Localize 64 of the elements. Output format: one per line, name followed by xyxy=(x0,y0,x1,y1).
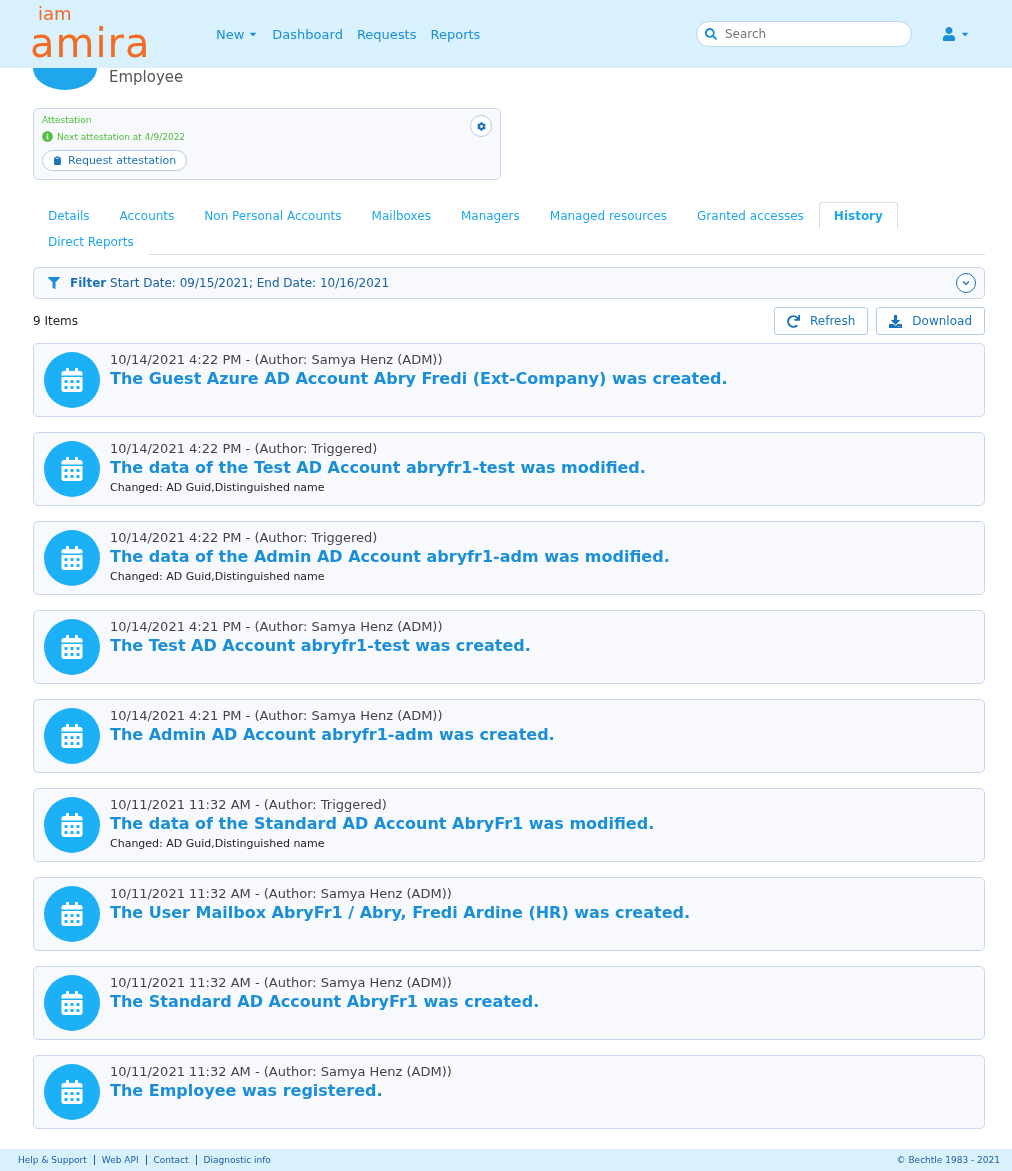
event-title: The Employee was registered. xyxy=(110,1081,384,1100)
clipboard-icon xyxy=(53,156,62,165)
expand-button[interactable] xyxy=(956,273,976,293)
calendar-icon xyxy=(44,797,100,853)
refresh-icon xyxy=(787,314,800,328)
search-field[interactable]: Search xyxy=(696,21,912,47)
calendar-icon xyxy=(44,708,100,764)
filter-text: Filter Start Date: 09/15/2021; End Date: 10/16/2021 xyxy=(70,276,390,290)
tab[interactable]: History xyxy=(818,202,898,229)
calendar-icon xyxy=(44,886,100,942)
event-meta: 10/11/2021 11:32 AM - (Author: Samya Henz (ADM)) xyxy=(110,886,453,901)
event-title: The data of the Standard AD Account AbryFr1 was modified. xyxy=(110,814,655,833)
profile-subtitle: Employee xyxy=(109,68,184,86)
event-meta: 10/14/2021 4:21 PM - (Author: Samya Henz (ADM)) xyxy=(110,619,444,634)
attestation-info: Next attestation at 4/9/2022 xyxy=(57,131,186,142)
calendar-icon xyxy=(44,352,100,408)
event-detail: Changed: AD Guid,Distinguished name xyxy=(110,481,326,494)
footer-link[interactable]: Web API xyxy=(93,1155,146,1165)
attestation-title: Attestation xyxy=(42,115,93,125)
user-icon xyxy=(942,27,956,41)
event-meta: 10/14/2021 4:22 PM - (Author: Triggered) xyxy=(110,441,379,456)
calendar-icon xyxy=(44,619,100,675)
filter-icon xyxy=(48,277,60,289)
event-meta: 10/11/2021 11:32 AM - (Author: Triggered) xyxy=(110,797,388,812)
nav-link[interactable]: Reports xyxy=(430,26,481,42)
calendar-icon xyxy=(44,1064,100,1120)
nav-link[interactable]: Requests xyxy=(356,26,417,42)
event-title: The Test AD Account abryfr1-test was created. xyxy=(110,636,531,655)
event-detail: Changed: AD Guid,Distinguished name xyxy=(110,837,326,850)
event-meta: 10/11/2021 11:32 AM - (Author: Samya Henz (ADM)) xyxy=(110,1064,452,1079)
event-title: The Admin AD Account abryfr1-adm was created. xyxy=(110,725,555,744)
item-count: 9 Items xyxy=(33,314,79,328)
info-icon xyxy=(42,131,53,142)
settings-button[interactable] xyxy=(470,115,492,137)
chevron-down-icon xyxy=(962,279,970,287)
calendar-icon xyxy=(44,975,100,1031)
gear-icon xyxy=(476,121,486,131)
avatar xyxy=(33,68,97,90)
event-meta: 10/11/2021 11:32 AM - (Author: Samya Henz (ADM)) xyxy=(110,975,453,990)
footer-link[interactable]: Contact xyxy=(145,1155,196,1165)
copyright: © Bechtle 1983 - 2021 xyxy=(896,1155,1000,1165)
download-button[interactable]: Download xyxy=(876,307,985,335)
event-title: The Standard AD Account AbryFr1 was created. xyxy=(110,992,540,1011)
event-detail: Changed: AD Guid,Distinguished name xyxy=(110,570,326,583)
nav-link[interactable]: Dashboard xyxy=(272,26,343,42)
refresh-button[interactable]: Refresh xyxy=(774,307,869,335)
footer-link[interactable]: Diagnostic info xyxy=(195,1155,278,1165)
download-icon xyxy=(889,314,903,328)
event-meta: 10/14/2021 4:22 PM - (Author: Triggered) xyxy=(110,530,379,545)
filter-bar[interactable]: Filter Start Date: 09/15/2021; End Date: 10/16/2021 xyxy=(33,267,985,299)
request-attestation-button[interactable]: Request attestation xyxy=(42,150,188,171)
calendar-icon xyxy=(44,441,100,497)
search-icon xyxy=(705,28,717,40)
event-meta: 10/14/2021 4:22 PM - (Author: Samya Henz (ADM)) xyxy=(110,352,444,367)
event-meta: 10/14/2021 4:21 PM - (Author: Samya Henz (ADM)) xyxy=(110,708,444,723)
event-title: The User Mailbox AbryFr1 / Abry, Fredi Ardine (HR) was created. xyxy=(110,903,691,922)
calendar-icon xyxy=(44,530,100,586)
footer-link[interactable]: Help & Support xyxy=(18,1155,94,1165)
logo-text: amira xyxy=(30,23,151,63)
event-title: The data of the Admin AD Account abryfr1-adm was modified. xyxy=(110,547,670,566)
logo-text: iam xyxy=(38,5,72,23)
event-title: The data of the Test AD Account abryfr1-test was modified. xyxy=(110,458,646,477)
event-title: The Guest Azure AD Account Abry Fredi (Ext-Company) was created. xyxy=(110,369,728,388)
nav-link[interactable]: New xyxy=(216,26,259,42)
